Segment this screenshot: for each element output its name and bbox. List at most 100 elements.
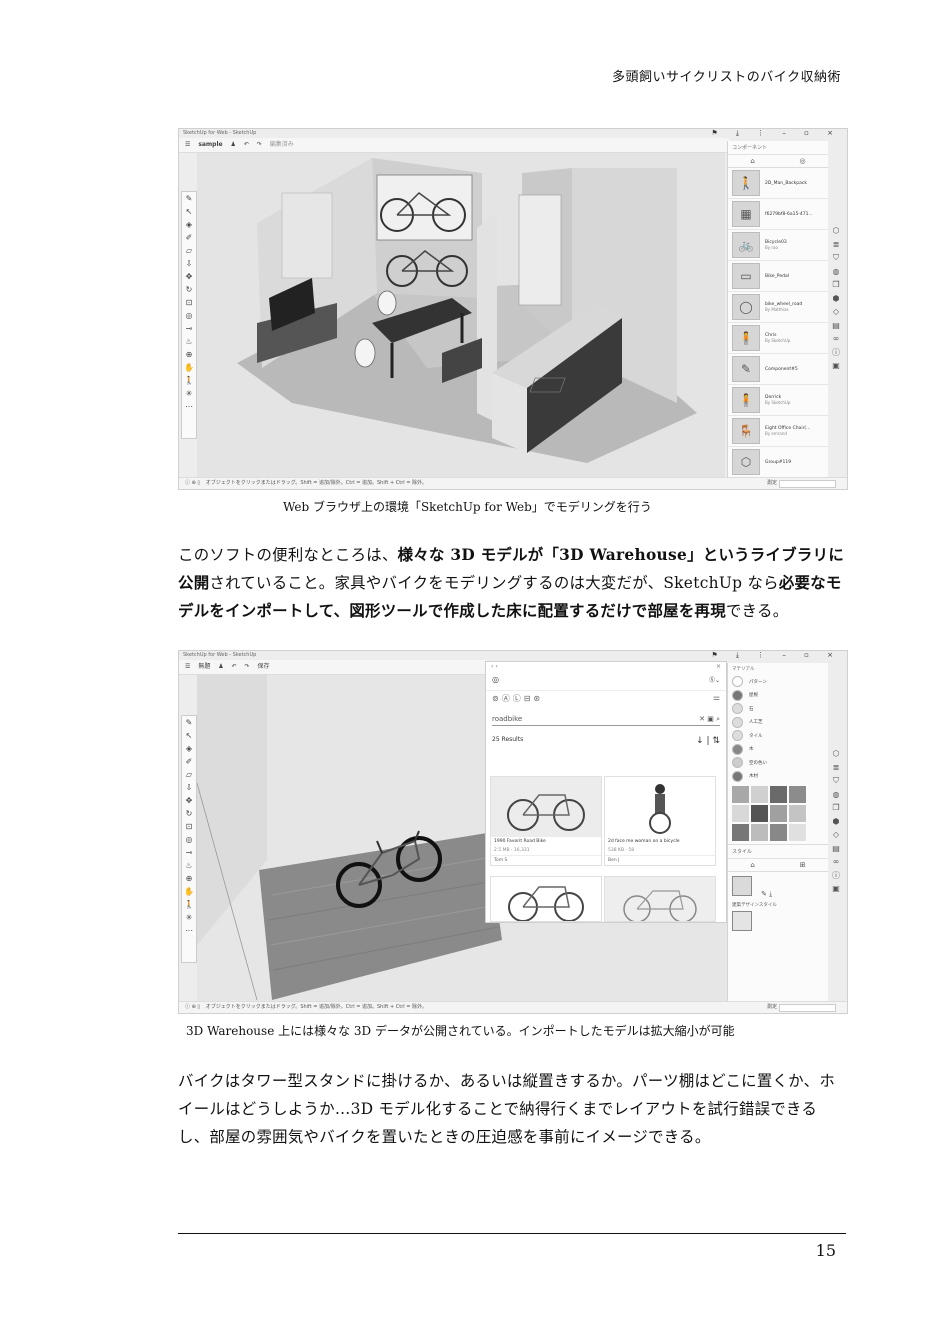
more-tools-icon[interactable]: ⋯ — [182, 924, 196, 937]
material-category[interactable]: 木材 — [728, 770, 828, 784]
file-name[interactable]: sample — [198, 141, 222, 148]
select-tool-icon[interactable]: ✎ — [182, 192, 196, 205]
components-icon[interactable]: ⬡ — [833, 224, 840, 238]
result-title[interactable]: 1990 Favorit Road Bike — [491, 837, 601, 846]
swatch[interactable] — [751, 786, 768, 803]
offset-tool-icon[interactable]: ◎ — [182, 833, 196, 846]
file-name[interactable]: 無題 — [198, 663, 210, 670]
pushpull-tool-icon[interactable]: ⇩ — [182, 781, 196, 794]
home-tab-icon[interactable]: ⌂ — [750, 859, 754, 871]
3d-viewport[interactable] — [197, 153, 725, 478]
move-tool-icon[interactable]: ✥ — [182, 794, 196, 807]
component-item[interactable]: 🧍 Chris By SketchUp — [728, 323, 828, 354]
more-tools-icon[interactable]: ⋯ — [182, 400, 196, 413]
result-card[interactable]: 2d face me woman on a bicycle 538 KB · 5… — [604, 776, 716, 866]
swatch[interactable] — [789, 805, 806, 822]
menu-icon[interactable]: ☰ — [185, 141, 190, 148]
status-icons[interactable]: ⓘ ⊕ ▯ — [185, 480, 200, 486]
solid-icon[interactable]: ⬢ — [833, 292, 840, 306]
rectangle-tool-icon[interactable]: ▱ — [182, 244, 196, 257]
layers-icon[interactable]: ≣ — [833, 238, 840, 252]
letter-category-icon[interactable]: Ⓐ — [502, 694, 513, 703]
orbit-tool-icon[interactable]: ⊕ — [182, 872, 196, 885]
menu-icon[interactable]: ☰ — [185, 663, 190, 670]
offset-tool-icon[interactable]: ◎ — [182, 309, 196, 322]
scenes-icon[interactable]: ▤ — [832, 319, 840, 333]
swatch[interactable] — [732, 805, 749, 822]
warehouse-icon[interactable]: ❒ — [832, 801, 839, 815]
paint-tool-icon[interactable]: ♨ — [182, 335, 196, 348]
material-category[interactable]: 人工芝 — [728, 716, 828, 730]
material-category[interactable]: 石 — [728, 702, 828, 716]
materials-icon[interactable]: ◍ — [833, 788, 840, 802]
forward-icon[interactable]: › — [495, 663, 497, 670]
catalog-category-icon[interactable]: ⊟ — [524, 694, 534, 703]
scenes-icon[interactable]: ▤ — [832, 842, 840, 856]
tape-tool-icon[interactable]: ⊸ — [182, 846, 196, 859]
clear-search-icon[interactable]: ✕ — [699, 715, 705, 723]
walk-tool-icon[interactable]: 🚶 — [182, 374, 196, 387]
home-tab-icon[interactable]: ⌂ — [750, 155, 754, 167]
component-item[interactable]: 🪑 Eight Office Chair(... By emrand — [728, 416, 828, 447]
swatch[interactable] — [770, 805, 787, 822]
solid-icon[interactable]: ⬢ — [833, 815, 840, 829]
swatch[interactable] — [789, 786, 806, 803]
collection-category-icon[interactable]: Ⓛ — [513, 694, 524, 703]
component-item[interactable]: 🚶 2D_Man_Backpack — [728, 168, 828, 199]
arrow-tool-icon[interactable]: ↖ — [182, 205, 196, 218]
glasses-icon[interactable]: ∞ — [833, 855, 840, 869]
component-item[interactable]: 🚲 Bicycle03 By rao — [728, 230, 828, 261]
swatch[interactable] — [789, 824, 806, 841]
user-icon[interactable]: ♟ — [218, 663, 223, 670]
eraser-panel-icon[interactable]: ◇ — [833, 305, 839, 319]
result-title[interactable]: 2d face me woman on a bicycle — [605, 837, 715, 846]
status-icons[interactable]: ⓘ ⊕ ▯ — [185, 1004, 200, 1010]
material-category[interactable]: 木 — [728, 743, 828, 757]
warehouse-icon[interactable]: ❒ — [832, 278, 839, 292]
redo-icon[interactable]: ↷ — [257, 141, 262, 148]
pushpull-tool-icon[interactable]: ⇩ — [182, 257, 196, 270]
rectangle-tool-icon[interactable]: ▱ — [182, 768, 196, 781]
pencil-tool-icon[interactable]: ✐ — [182, 231, 196, 244]
swatch[interactable] — [770, 786, 787, 803]
paint-tool-icon[interactable]: ♨ — [182, 859, 196, 872]
select-tool-icon[interactable]: ✎ — [182, 716, 196, 729]
swatch[interactable] — [751, 824, 768, 841]
style-thumbnail[interactable] — [732, 876, 752, 896]
image-search-icon[interactable]: ▣ — [707, 715, 714, 723]
arrow-tool-icon[interactable]: ↖ — [182, 729, 196, 742]
filter-icon[interactable]: ⛉ — [833, 774, 839, 788]
rotate-tool-icon[interactable]: ↻ — [182, 807, 196, 820]
materials-icon[interactable]: ◍ — [833, 265, 840, 279]
back-icon[interactable]: ‹ — [491, 663, 493, 670]
eraser-panel-icon[interactable]: ◇ — [833, 828, 839, 842]
component-item[interactable]: ◯ bike_wheel_road By Matthias — [728, 292, 828, 323]
style-edit-icons[interactable]: ✎ ⤓ — [761, 890, 772, 898]
search-input[interactable]: roadbike — [492, 715, 522, 723]
swatch[interactable] — [770, 824, 787, 841]
result-author[interactable]: Tom S — [491, 855, 601, 865]
info-icon[interactable]: ⓘ — [832, 869, 840, 883]
filter-settings-icon[interactable]: ⚌ — [713, 693, 720, 702]
swatch[interactable] — [732, 824, 749, 841]
account-icon[interactable]: Ⓢ⌄ — [709, 675, 720, 684]
component-item[interactable]: ✎ Component#5 — [728, 354, 828, 385]
swatch[interactable] — [732, 786, 749, 803]
material-category[interactable]: 空の色い — [728, 756, 828, 770]
save-panel-icon[interactable]: ▣ — [832, 882, 840, 896]
components-icon[interactable]: ⬡ — [833, 747, 840, 761]
walk-tool-icon[interactable]: 🚶 — [182, 898, 196, 911]
filter-icon[interactable]: ⛉ — [833, 251, 839, 265]
measure-field[interactable] — [779, 480, 836, 488]
rotate-tool-icon[interactable]: ↻ — [182, 283, 196, 296]
scale-tool-icon[interactable]: ⊡ — [182, 296, 196, 309]
axes-tool-icon[interactable]: ✳ — [182, 387, 196, 400]
tape-tool-icon[interactable]: ⊸ — [182, 322, 196, 335]
warehouse-tab-icon[interactable]: ◎ — [800, 155, 806, 167]
layers-icon[interactable]: ≣ — [833, 761, 840, 775]
style-thumbnail[interactable] — [732, 911, 752, 931]
pan-tool-icon[interactable]: ✋ — [182, 885, 196, 898]
sort-icon[interactable]: ↓ | ⇅ — [696, 736, 720, 746]
measure-field[interactable] — [779, 1004, 836, 1012]
axes-tool-icon[interactable]: ✳ — [182, 911, 196, 924]
